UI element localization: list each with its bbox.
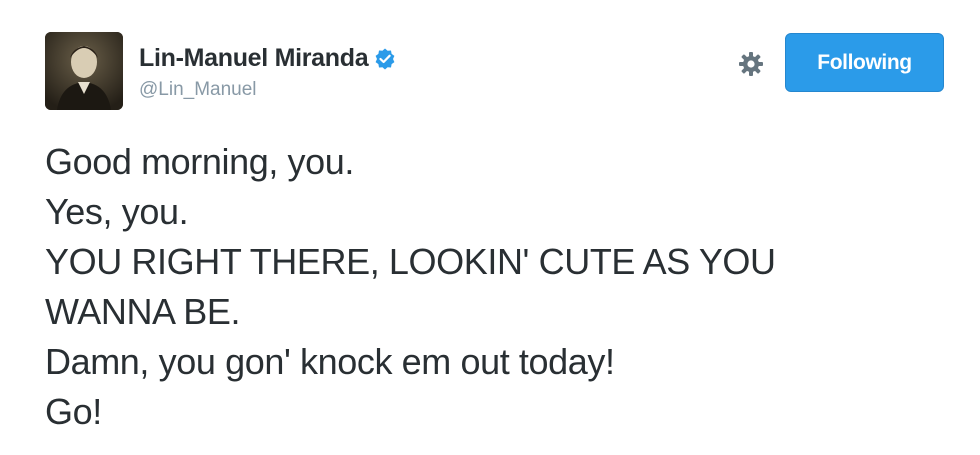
tweet-line: Damn, you gon' knock em out today! [45, 341, 615, 382]
tweet-line: YOU RIGHT THERE, LOOKIN' CUTE AS YOU [45, 241, 776, 282]
tweet-line: WANNA BE. [45, 291, 241, 332]
tweet-text: Good morning, you. Yes, you. YOU RIGHT T… [45, 137, 945, 437]
tweet-line: Good morning, you. [45, 141, 354, 182]
tweet-card: Lin-Manuel Miranda @Lin_Manuel Following… [0, 0, 980, 455]
user-handle[interactable]: @Lin_Manuel [139, 79, 257, 101]
gear-icon[interactable] [736, 49, 766, 79]
verified-badge-icon [374, 48, 396, 70]
author-name-row: Lin-Manuel Miranda [139, 44, 396, 73]
tweet-line: Yes, you. [45, 191, 189, 232]
following-button[interactable]: Following [785, 33, 944, 92]
tweet-line: Go! [45, 391, 102, 432]
display-name[interactable]: Lin-Manuel Miranda [139, 44, 369, 73]
avatar[interactable] [45, 32, 123, 110]
